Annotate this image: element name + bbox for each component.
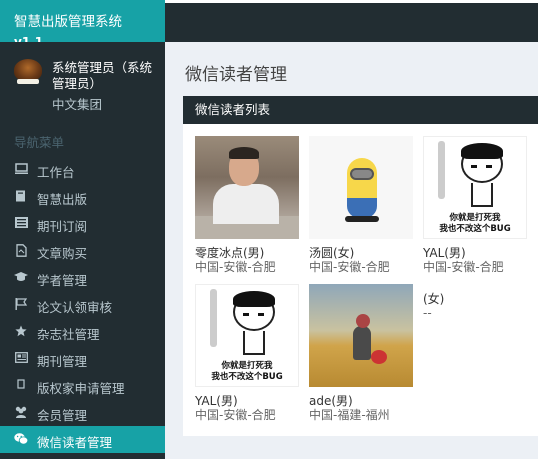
sidebar-item-label: 智慧出版 [37,192,88,207]
avatar [14,59,42,84]
newspaper-icon [14,352,28,365]
reader-avatar[interactable]: 你就是打死我 我也不改这个BUG [423,136,527,239]
graduation-cap-icon [14,271,28,284]
sidebar-item-workbench[interactable]: 工作台 [0,156,165,183]
sidebar: 系统管理员（系统管理员） 中文集团 导航菜单 工作台 智慧出版 期刊订阅 文章购… [0,42,165,459]
app-logo[interactable]: 智慧出版管理系统 v1.1 [0,0,165,48]
sidebar-item-label: 会员管理 [37,408,88,423]
sidebar-item-member-management[interactable]: 会员管理 [0,399,165,426]
book-icon [14,190,28,203]
user-panel: 系统管理员（系统管理员） 中文集团 [0,42,165,124]
user-org: 中文集团 [52,97,103,112]
reader-location: 中国-安徽-合肥 [195,260,276,274]
reader-location: 中国-安徽-合肥 [423,260,504,274]
sidebar-item-label: 工作台 [37,165,75,180]
sidebar-item-label: 杂志社管理 [37,327,100,342]
sidebar-item-label: 微信读者管理 [37,435,113,450]
sidebar-item-label: 版权家申请管理 [37,381,125,396]
flag-icon [14,298,28,311]
top-navbar [165,0,538,42]
reader-avatar[interactable] [309,284,413,387]
reader-card[interactable]: 零度冰点(男) 中国-安徽-合肥 [195,136,301,274]
users-icon [14,406,28,419]
content-footer [183,436,538,459]
reader-avatar[interactable]: 你就是打死我 我也不改这个BUG [195,284,299,387]
nav-header: 导航菜单 [14,135,65,150]
meme-caption: 你就是打死我 我也不改这个BUG [439,213,511,234]
page-title: 微信读者管理 [185,65,287,85]
app-title: 智慧出版管理系统 [14,14,122,30]
reader-card[interactable]: 你就是打死我 我也不改这个BUG YAL(男) 中国-安徽-合肥 [195,284,301,422]
reader-name: (女) [423,292,445,306]
box-title: 微信读者列表 [183,96,538,124]
reader-list-box: 微信读者列表 零度冰点(男) 中国-安徽-合肥 汤圆(女) 中国-安徽-合肥 你… [183,96,538,436]
reader-avatar[interactable] [309,136,413,239]
reader-card[interactable]: (女) -- [423,284,529,320]
sidebar-item-label: 期刊管理 [37,354,88,369]
reader-card[interactable]: ade(男) 中国-福建-福州 [309,284,415,422]
sidebar-item-journal-management[interactable]: 期刊管理 [0,345,165,372]
reader-name: ade(男) [309,394,353,408]
wechat-icon [14,433,29,446]
sidebar-item-paper-claim-review[interactable]: 论文认领审核 [0,291,165,318]
reader-name: YAL(男) [195,394,238,408]
sidebar-item-label: 论文认领审核 [37,300,113,315]
desktop-icon [14,163,28,176]
sidebar-item-label: 文章购买 [37,246,88,261]
user-name: 系统管理员（系统管理员） [52,60,153,91]
meme-caption: 你就是打死我 我也不改这个BUG [211,361,283,382]
sidebar-item-label: 期刊订阅 [37,219,88,234]
sidebar-item-label: 学者管理 [37,273,88,288]
star-icon [14,325,28,338]
reader-card[interactable]: 你就是打死我 我也不改这个BUG YAL(男) 中国-安徽-合肥 [423,136,529,274]
sidebar-menu: 工作台 智慧出版 期刊订阅 文章购买 学者管理 论文认领审核 杂志社管理 期刊管… [0,156,165,453]
list-icon [14,217,28,230]
reader-name: 汤圆(女) [309,246,355,260]
reader-location: 中国-福建-福州 [309,408,390,422]
sidebar-item-magazine-management[interactable]: 杂志社管理 [0,318,165,345]
sidebar-item-journal-subscription[interactable]: 期刊订阅 [0,210,165,237]
reader-location: 中国-安徽-合肥 [309,260,390,274]
reader-location: 中国-安徽-合肥 [195,408,276,422]
reader-card[interactable]: 汤圆(女) 中国-安徽-合肥 [309,136,415,274]
reader-name: YAL(男) [423,246,466,260]
sidebar-item-smart-publishing[interactable]: 智慧出版 [0,183,165,210]
reader-avatar[interactable] [195,136,299,239]
reader-name: 零度冰点(男) [195,246,265,260]
reader-location: -- [423,306,432,320]
document-icon [14,244,28,257]
sidebar-item-wechat-readers[interactable]: 微信读者管理 [0,426,165,453]
sidebar-item-article-purchase[interactable]: 文章购买 [0,237,165,264]
sidebar-item-scholar-management[interactable]: 学者管理 [0,264,165,291]
square-icon [14,379,28,392]
sidebar-item-copyright-application[interactable]: 版权家申请管理 [0,372,165,399]
